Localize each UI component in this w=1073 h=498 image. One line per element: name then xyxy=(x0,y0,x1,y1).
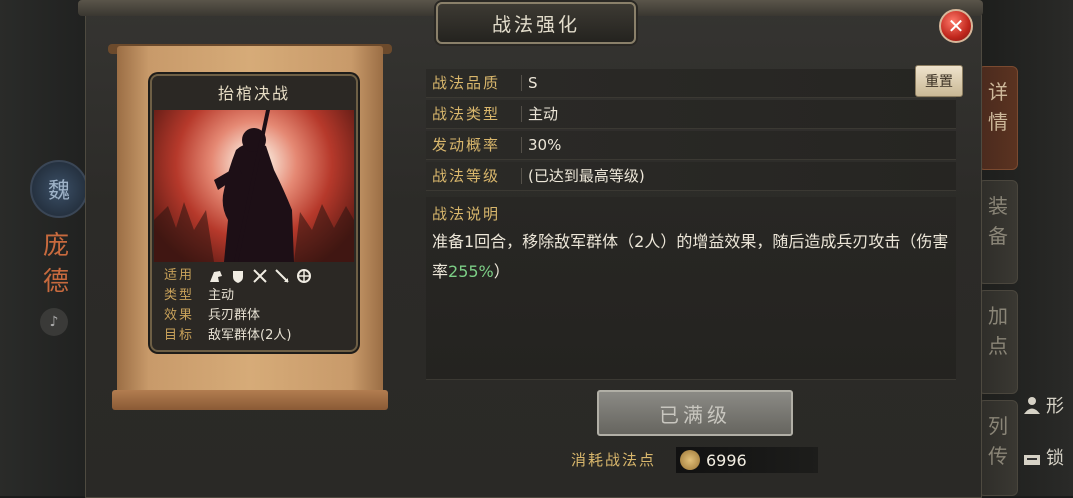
tab-points[interactable]: 加点 xyxy=(978,290,1018,394)
cost-box: 6996 xyxy=(676,447,818,473)
info-label: 战法品质 xyxy=(432,74,501,92)
info-row-type: 战法类型 主动 xyxy=(426,100,956,129)
faction-emblem: 魏 xyxy=(30,160,88,218)
tab-equipment[interactable]: 装备 xyxy=(978,180,1018,284)
info-label: 战法类型 xyxy=(432,105,501,123)
card-row-suitable: 适用 xyxy=(156,266,352,286)
divider xyxy=(521,106,522,122)
tab-details[interactable]: 详情 xyxy=(978,66,1018,170)
bow-icon xyxy=(253,269,267,283)
info-row-level: 战法等级 (已达到最高等级) xyxy=(426,162,956,191)
description-text: 准备1回合，移除敌军群体（2人）的增益效果，随后造成兵刃攻击（伤害率255%） xyxy=(432,227,952,287)
card-row-value: 兵刃群体 xyxy=(208,308,261,323)
card-row-type: 类型 主动 xyxy=(156,286,352,306)
divider xyxy=(521,75,522,91)
hero-name: 庞德 xyxy=(42,231,69,297)
card-row-key: 目标 xyxy=(163,328,194,343)
info-label: 发动概率 xyxy=(432,136,501,154)
divider xyxy=(521,168,522,184)
card-row-value: 主动 xyxy=(208,288,235,303)
info-row-quality: 战法品质 S xyxy=(426,69,956,98)
dialog-title: 战法强化 xyxy=(436,2,636,44)
info-value: S xyxy=(528,74,538,92)
damage-rate: 255% xyxy=(448,262,494,281)
info-row-probability: 发动概率 30% xyxy=(426,131,956,160)
tactic-point-icon xyxy=(680,450,700,470)
right-item-lock[interactable]: 锁 xyxy=(1022,444,1064,470)
speaker-icon[interactable]: ♪ xyxy=(40,308,68,336)
tactic-card-title: 抬棺决战 xyxy=(217,84,290,103)
description-title: 战法说明 xyxy=(432,205,501,223)
shield-icon xyxy=(233,271,243,283)
cost-label: 消耗战法点 xyxy=(571,451,657,469)
divider xyxy=(521,137,522,153)
siege-icon xyxy=(297,269,311,283)
card-row-key: 类型 xyxy=(163,288,194,303)
right-item-appearance[interactable]: 形 xyxy=(1022,392,1064,418)
close-button[interactable]: ✕ xyxy=(939,9,973,43)
tactic-card-art xyxy=(154,110,354,262)
info-value: 主动 xyxy=(528,105,559,123)
person-icon xyxy=(1024,397,1040,414)
description-text-end: ） xyxy=(493,262,510,281)
card-row-value: 敌军群体(2人) xyxy=(208,328,292,343)
right-item-label: 锁 xyxy=(1046,448,1064,469)
tactic-card: 抬棺决战 适用 类型 主动 效果 兵刃群体 目标 敌军群体(2人) xyxy=(150,74,358,352)
description-panel: 战法说明 准备1回合，移除敌军群体（2人）的增益效果，随后造成兵刃攻击（伤害率2… xyxy=(426,197,956,380)
right-item-label: 形 xyxy=(1046,396,1064,417)
card-row-effect: 效果 兵刃群体 xyxy=(156,306,352,326)
cost-value: 6996 xyxy=(706,450,747,470)
cavalry-icon xyxy=(210,271,222,282)
info-value: (已达到最高等级) xyxy=(528,167,645,185)
maxed-level-button[interactable]: 已满级 xyxy=(597,390,793,436)
scroll-rod-bottom xyxy=(112,390,388,410)
tab-biography[interactable]: 列传 xyxy=(978,400,1018,496)
spear-icon xyxy=(275,269,289,283)
card-row-key: 适用 xyxy=(163,268,194,283)
info-label: 战法等级 xyxy=(432,167,501,185)
lock-icon xyxy=(1024,455,1040,465)
reset-button[interactable]: 重置 xyxy=(915,65,963,97)
close-icon: ✕ xyxy=(947,14,965,38)
info-value: 30% xyxy=(528,136,562,154)
card-row-key: 效果 xyxy=(163,308,194,323)
card-row-target: 目标 敌军群体(2人) xyxy=(156,326,352,346)
warrior-silhouette xyxy=(154,110,354,262)
